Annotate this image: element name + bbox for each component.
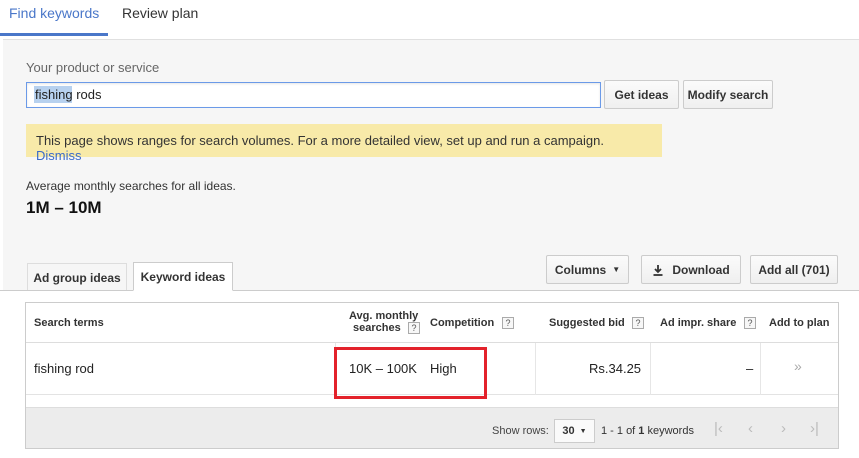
product-search-input[interactable] bbox=[26, 82, 601, 108]
table-footer: Show rows: 30 ▼ 1 - 1 of 1 keywords |‹ ‹… bbox=[26, 407, 838, 448]
divider bbox=[0, 290, 859, 291]
header-competition[interactable]: Competition bbox=[430, 317, 494, 329]
columns-button[interactable]: Columns ▼ bbox=[546, 255, 629, 284]
columns-label: Columns bbox=[554, 262, 607, 277]
column-divider bbox=[650, 343, 651, 395]
avg-searches-value: 1M – 10M bbox=[26, 198, 102, 217]
help-icon[interactable]: ? bbox=[502, 317, 514, 329]
cell-search-term: fishing rod bbox=[34, 361, 94, 376]
header-search-terms[interactable]: Search terms bbox=[34, 317, 104, 329]
modify-search-button[interactable]: Modify search bbox=[683, 80, 773, 109]
header-avg-line2[interactable]: searches bbox=[353, 322, 401, 334]
add-to-plan-icon[interactable]: » bbox=[794, 358, 802, 374]
last-page-icon[interactable]: ›| bbox=[810, 420, 819, 437]
keyword-table: Search terms Avg. monthly searches ? Com… bbox=[25, 302, 839, 449]
product-label: Your product or service bbox=[26, 60, 160, 75]
table-row: fishing rod 10K – 100K High Rs.34.25 – bbox=[26, 343, 838, 395]
header-ad-impr-share[interactable]: Ad impr. share bbox=[660, 317, 736, 329]
caret-down-icon: ▼ bbox=[579, 427, 587, 435]
top-tab-bar: Find keywords Review plan bbox=[0, 0, 859, 39]
column-divider bbox=[760, 343, 761, 395]
tab-review-plan[interactable]: Review plan bbox=[122, 5, 198, 21]
header-suggested-bid[interactable]: Suggested bid bbox=[549, 317, 625, 329]
cell-avg-searches: 10K – 100K bbox=[349, 361, 417, 376]
table-header: Search terms Avg. monthly searches ? Com… bbox=[26, 303, 838, 343]
notice-banner: This page shows ranges for search volume… bbox=[26, 124, 662, 163]
rows-per-page-select[interactable]: 30 ▼ bbox=[554, 419, 595, 443]
download-button[interactable]: Download bbox=[641, 255, 741, 284]
header-add-to-plan: Add to plan bbox=[769, 317, 830, 329]
column-divider bbox=[535, 343, 536, 395]
avg-searches-label: Average monthly searches for all ideas. bbox=[26, 179, 236, 193]
get-ideas-button[interactable]: Get ideas bbox=[604, 80, 679, 109]
first-page-icon[interactable]: |‹ bbox=[714, 420, 723, 437]
text-selection bbox=[34, 86, 72, 103]
download-label: Download bbox=[672, 262, 730, 277]
prev-page-icon[interactable]: ‹ bbox=[748, 420, 753, 437]
caret-down-icon: ▼ bbox=[612, 265, 621, 274]
cell-suggested-bid: Rs.34.25 bbox=[589, 361, 642, 376]
tab-find-keywords[interactable]: Find keywords bbox=[0, 5, 109, 36]
add-all-button[interactable]: Add all (701) bbox=[750, 255, 838, 284]
download-icon bbox=[653, 264, 663, 276]
notice-text: This page shows ranges for search volume… bbox=[36, 133, 604, 148]
help-icon[interactable]: ? bbox=[632, 317, 644, 329]
show-rows-label: Show rows: bbox=[492, 425, 549, 437]
pagination-range: 1 - 1 of 1 keywords bbox=[601, 425, 694, 437]
next-page-icon[interactable]: › bbox=[781, 420, 786, 437]
tab-keyword-ideas[interactable]: Keyword ideas bbox=[133, 262, 233, 291]
tab-ad-group-ideas[interactable]: Ad group ideas bbox=[27, 263, 127, 291]
help-icon[interactable]: ? bbox=[408, 322, 420, 334]
help-icon[interactable]: ? bbox=[744, 317, 756, 329]
cell-ad-impr-share: – bbox=[746, 361, 754, 376]
dismiss-link[interactable]: Dismiss bbox=[36, 148, 82, 163]
rows-select-value: 30 bbox=[562, 425, 575, 437]
search-panel bbox=[3, 39, 859, 290]
cell-competition: High bbox=[430, 361, 457, 376]
column-divider bbox=[335, 343, 336, 395]
header-avg-line1[interactable]: Avg. monthly bbox=[349, 310, 418, 322]
